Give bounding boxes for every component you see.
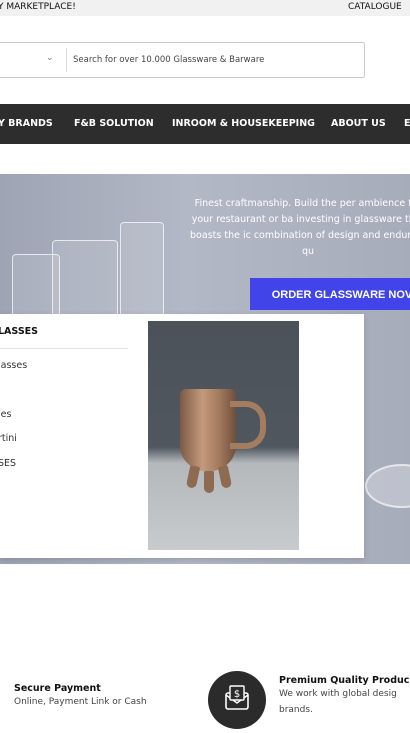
hero-description: Finest craftmanship. Build the per ambie… [190, 198, 410, 257]
feature-secure-payment: Secure Payment Online, Payment Link or C… [14, 683, 147, 710]
mug-foot [185, 465, 201, 489]
money-envelope-icon: $ [208, 671, 266, 729]
catalogue-link[interactable]: CATALOGUE [348, 2, 402, 12]
feature-premium-quality: Premium Quality Produc We work with glob… [279, 675, 409, 718]
nav-item-inroom-housekeeping[interactable]: INROOM & HOUSEKEEPING [172, 118, 315, 129]
menu-category-heading: LASSES [0, 326, 38, 337]
feature-title: Premium Quality Produc [279, 675, 410, 686]
mega-menu-dropdown: LASSES lasses les rtini SES [0, 314, 364, 558]
nav-item-fb-solution[interactable]: F&B SOLUTION [74, 118, 154, 129]
nav-item-brands[interactable]: Y BRANDS [0, 118, 53, 129]
mug-foot [217, 465, 233, 489]
search-bar: ⌄ [0, 42, 365, 78]
feature-subtitle: Online, Payment Link or Cash [14, 697, 147, 707]
feature-subtitle: brands. [279, 705, 313, 715]
top-announcement-bar: Y MARKETPLACE! CATALOGUE [0, 0, 410, 16]
feature-subtitle: We work with global desig [279, 689, 397, 699]
mug-foot [204, 471, 214, 493]
order-glassware-button[interactable]: ORDER GLASSWARE NOV [250, 278, 410, 310]
announcement-text: Y MARKETPLACE! [0, 2, 76, 12]
mug-body [180, 389, 236, 471]
menu-divider [0, 348, 128, 349]
search-input[interactable] [73, 50, 353, 70]
nav-item-more[interactable]: E [404, 118, 410, 129]
menu-item[interactable]: les [0, 409, 11, 420]
chevron-down-icon[interactable]: ⌄ [46, 53, 54, 63]
main-navigation: Y BRANDS F&B SOLUTION INROOM & HOUSEKEEP… [0, 104, 410, 144]
feature-title: Secure Payment [14, 683, 101, 694]
menu-item[interactable]: rtini [0, 433, 17, 444]
mug-handle [230, 401, 266, 449]
menu-item[interactable]: lasses [0, 360, 27, 371]
copper-mug-product-image[interactable] [148, 321, 299, 550]
menu-item[interactable]: SES [0, 458, 16, 469]
search-divider [66, 48, 67, 72]
svg-text:$: $ [234, 689, 240, 700]
nav-item-about-us[interactable]: ABOUT US [331, 118, 386, 129]
